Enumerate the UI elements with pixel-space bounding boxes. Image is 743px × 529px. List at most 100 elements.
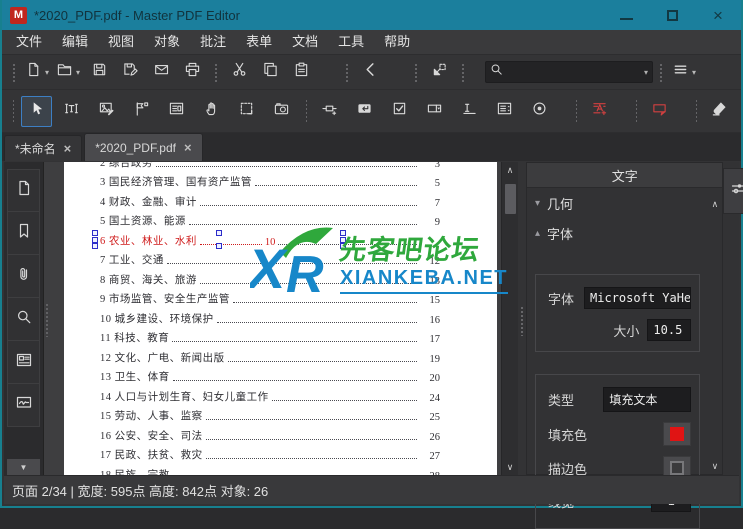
panel-scrollbar[interactable]: ∧ ∨: [707, 196, 722, 474]
snapshot-tool-button[interactable]: [266, 96, 297, 127]
minimize-button[interactable]: [603, 0, 649, 30]
toolbar-grip[interactable]: [413, 62, 419, 82]
push-button-field-button[interactable]: [349, 96, 380, 127]
back-button[interactable]: [357, 59, 384, 86]
toolbar-grip[interactable]: [658, 62, 664, 82]
fill-color-button[interactable]: [663, 422, 691, 446]
edit-image-tool-button[interactable]: [91, 96, 122, 127]
search-input[interactable]: [503, 65, 644, 79]
panel-scroll-up-icon[interactable]: ∧: [707, 196, 722, 212]
font-family-field[interactable]: Microsoft YaHei: [584, 287, 691, 309]
tab-close-icon[interactable]: ×: [64, 141, 72, 156]
combobox-field-button[interactable]: [419, 96, 450, 127]
toc-row[interactable]: 13 卫生、体育20: [100, 368, 440, 388]
pdf-page[interactable]: 2 综合政务33 国民经济管理、国有资产监管54 财政、金融、审计75 国土资源…: [64, 162, 497, 475]
toolbar-grip[interactable]: [11, 62, 17, 82]
toc-row[interactable]: 18 民族、宗教28: [100, 465, 440, 475]
toolbar-grip[interactable]: [344, 62, 350, 82]
form-list-tool-button[interactable]: [161, 96, 192, 127]
toolbar-grip[interactable]: [11, 98, 14, 124]
toc-row[interactable]: 12 文化、广电、新闻出版19: [100, 348, 440, 368]
hand-tool-button[interactable]: [196, 96, 227, 127]
menu-item-文档[interactable]: 文档: [282, 30, 328, 54]
document-tab[interactable]: *2020_PDF.pdf×: [84, 133, 202, 161]
text-annotation-button[interactable]: [584, 96, 615, 127]
sidebar-signatures-button[interactable]: [7, 384, 40, 427]
sidebar-pages-button[interactable]: [7, 169, 40, 212]
sidebar-scroll-down-button[interactable]: ▼: [7, 459, 40, 475]
rectangle-annotation-button[interactable]: [644, 96, 675, 127]
toc-row[interactable]: 2 综合政务3: [100, 162, 440, 173]
scroll-up-icon[interactable]: ∧: [502, 162, 518, 178]
toolbar-grip[interactable]: [574, 98, 577, 124]
fit-page-button[interactable]: [426, 59, 453, 86]
toc-row[interactable]: 14 人口与计划生育、妇女儿童工作24: [100, 387, 440, 407]
email-button[interactable]: [148, 59, 175, 86]
open-file-button[interactable]: ▾: [55, 59, 82, 86]
open-file-button-dropdown-icon[interactable]: ▾: [76, 68, 80, 77]
toc-row[interactable]: 16 公安、安全、司法26: [100, 426, 440, 446]
text-field-button[interactable]: [454, 96, 485, 127]
save-as-button[interactable]: [117, 59, 144, 86]
edit-forms-tool-button[interactable]: [126, 96, 157, 127]
select-tool-button[interactable]: [21, 96, 52, 127]
sidebar-attachments-button[interactable]: [7, 255, 40, 298]
insert-link-button[interactable]: [314, 96, 345, 127]
menu-item-批注[interactable]: 批注: [190, 30, 236, 54]
selection-handle[interactable]: [92, 243, 98, 249]
menu-item-对象[interactable]: 对象: [144, 30, 190, 54]
menu-item-文件[interactable]: 文件: [6, 30, 52, 54]
toolbar-grip[interactable]: [634, 98, 637, 124]
toc-row[interactable]: 4 财政、金融、审计7: [100, 192, 440, 212]
new-document-button[interactable]: ▾: [24, 59, 51, 86]
checkbox-field-button[interactable]: [384, 96, 415, 127]
font-size-field[interactable]: 10.5: [647, 319, 691, 341]
toc-row[interactable]: 10 城乡建设、环境保护16: [100, 309, 440, 329]
sidebar-form-properties-button[interactable]: [7, 341, 40, 384]
radio-field-button[interactable]: [524, 96, 555, 127]
toc-row[interactable]: 15 劳动、人事、监察25: [100, 407, 440, 427]
panel-scroll-down-icon[interactable]: ∨: [707, 458, 722, 474]
sidebar-bookmarks-button[interactable]: [7, 212, 40, 255]
menu-item-视图[interactable]: 视图: [98, 30, 144, 54]
type-select[interactable]: 填充文本: [603, 387, 691, 412]
search-dropdown-icon[interactable]: ▾: [644, 68, 648, 77]
copy-button[interactable]: [257, 59, 284, 86]
new-document-button-dropdown-icon[interactable]: ▾: [45, 68, 49, 77]
toolbar-grip[interactable]: [694, 98, 697, 124]
listbox-field-button[interactable]: [489, 96, 520, 127]
section-font[interactable]: ▴ 字体: [527, 218, 722, 248]
select-region-tool-button[interactable]: [231, 96, 262, 127]
scroll-down-icon[interactable]: ∨: [502, 459, 518, 475]
toolbar-grip[interactable]: [304, 98, 307, 124]
tab-close-icon[interactable]: ×: [184, 140, 192, 155]
cut-button[interactable]: [226, 59, 253, 86]
main-menu-button[interactable]: ▾: [671, 59, 698, 86]
toolbar-grip[interactable]: [213, 62, 219, 82]
menu-item-帮助[interactable]: 帮助: [374, 30, 420, 54]
toolbar-grip[interactable]: [460, 62, 466, 82]
selection-handle[interactable]: [92, 230, 98, 236]
eraser-tool-button[interactable]: [704, 96, 735, 127]
selection-handle[interactable]: [92, 237, 98, 243]
document-scrollbar[interactable]: ∧ ∨: [501, 162, 518, 475]
sidebar-resize-grip[interactable]: [45, 303, 50, 337]
document-area[interactable]: 2 综合政务33 国民经济管理、国有资产监管54 财政、金融、审计75 国土资源…: [44, 162, 518, 475]
menu-item-工具[interactable]: 工具: [328, 30, 374, 54]
sidebar-search-button[interactable]: [7, 298, 40, 341]
paste-button[interactable]: [288, 59, 315, 86]
menu-item-表单[interactable]: 表单: [236, 30, 282, 54]
section-geometry[interactable]: ▾ 几何: [527, 188, 722, 218]
menu-item-编辑[interactable]: 编辑: [52, 30, 98, 54]
toc-row[interactable]: 17 民政、扶贫、救灾27: [100, 446, 440, 466]
toc-row[interactable]: 11 科技、教育17: [100, 329, 440, 349]
panel-splitter[interactable]: [518, 162, 526, 475]
close-button[interactable]: ×: [695, 0, 741, 30]
selection-handle[interactable]: [216, 230, 222, 236]
toc-row[interactable]: 3 国民经济管理、国有资产监管5: [100, 173, 440, 193]
save-button[interactable]: [86, 59, 113, 86]
main-menu-button-dropdown-icon[interactable]: ▾: [692, 68, 696, 77]
object-properties-tab[interactable]: [723, 168, 743, 214]
maximize-button[interactable]: [649, 0, 695, 30]
document-tab[interactable]: *未命名×: [4, 135, 82, 161]
